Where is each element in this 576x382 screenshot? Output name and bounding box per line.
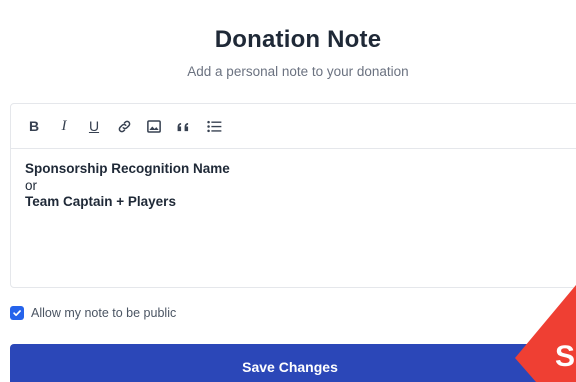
public-note-option[interactable]: Allow my note to be public [10, 306, 176, 320]
save-button[interactable]: Save Changes [10, 344, 576, 382]
link-button[interactable] [111, 113, 137, 139]
underline-button[interactable]: U [81, 113, 107, 139]
italic-icon: I [61, 117, 67, 134]
image-button[interactable] [141, 113, 167, 139]
quote-button[interactable] [171, 113, 197, 139]
public-note-label: Allow my note to be public [31, 306, 177, 320]
link-icon [117, 119, 132, 134]
page-title: Donation Note [214, 26, 382, 53]
editor-toolbar: B I U [11, 104, 576, 149]
quote-icon [177, 121, 191, 132]
public-note-checkbox[interactable] [10, 306, 24, 320]
donation-note-page: Donation Note Add a personal note to you… [0, 0, 576, 382]
page-subtitle: Add a personal note to your donation [187, 64, 409, 79]
underline-icon: U [88, 118, 100, 134]
editor-content[interactable]: Sponsorship Recognition Name or Team Cap… [11, 149, 576, 211]
editor-line-sponsorship: Sponsorship Recognition Name [25, 161, 230, 176]
rich-text-editor: B I U Sponsorship Recognition Name or Te… [10, 103, 576, 288]
italic-button[interactable]: I [51, 113, 77, 139]
check-icon [13, 310, 21, 316]
image-icon [147, 119, 161, 133]
bold-button[interactable]: B [21, 113, 47, 139]
list-button[interactable] [201, 113, 227, 139]
editor-line-or: or [25, 177, 38, 193]
list-icon [206, 120, 222, 133]
bold-icon: B [28, 118, 40, 134]
editor-line-team: Team Captain + Players [25, 194, 176, 209]
